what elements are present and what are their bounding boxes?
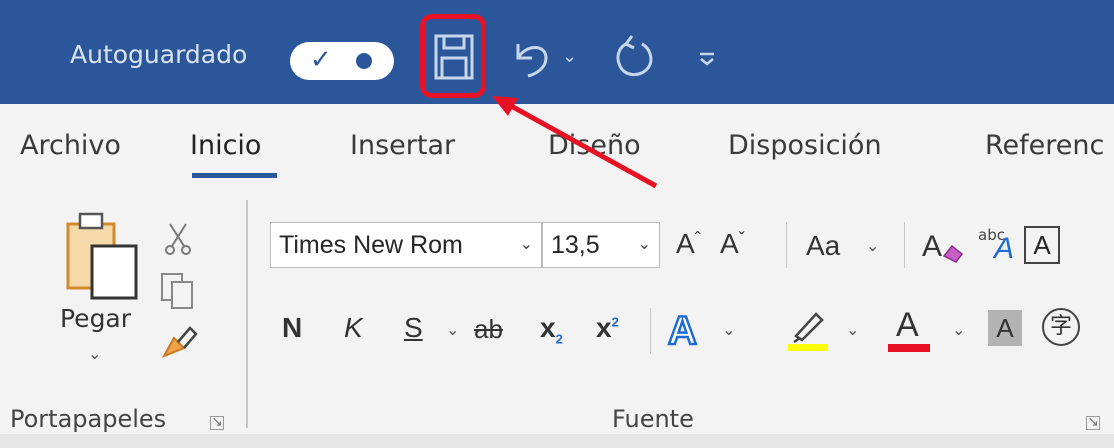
- strikethrough-label: ab: [474, 314, 503, 344]
- font-size-combo[interactable]: 13,5 ⌄: [542, 222, 660, 268]
- copy-button[interactable]: [160, 272, 194, 310]
- character-shading-label: A: [996, 313, 1014, 343]
- tab-diseno[interactable]: Diseño: [548, 130, 641, 161]
- tab-disposicion[interactable]: Disposición: [728, 130, 882, 161]
- cut-button[interactable]: [164, 222, 192, 256]
- character-border-label: A: [1033, 230, 1051, 260]
- customize-quick-access-button[interactable]: [696, 48, 718, 70]
- svg-text:A: A: [668, 309, 697, 352]
- italic-label: K: [344, 312, 363, 343]
- italic-button[interactable]: K: [344, 314, 363, 342]
- font-color-button[interactable]: A: [888, 306, 930, 352]
- change-case-button[interactable]: Aa: [806, 232, 840, 260]
- enclose-characters-button[interactable]: 字: [1042, 308, 1080, 346]
- highlight-color-bar: [788, 344, 828, 351]
- underline-label: S: [404, 312, 423, 343]
- chevron-down-icon: ⌄: [519, 236, 533, 253]
- text-effects-chevron[interactable]: ⌄: [722, 320, 735, 339]
- font-color-bar: [888, 344, 930, 352]
- undo-icon: [516, 44, 548, 78]
- font-color-label: A: [896, 306, 919, 344]
- font-name-value: Times New Rom: [279, 231, 463, 259]
- subscript-mark: 2: [555, 331, 563, 347]
- clipboard-dialog-launcher[interactable]: ↘: [210, 415, 224, 430]
- scissors-icon: [165, 223, 191, 255]
- autosave-label: Autoguardado: [70, 40, 248, 69]
- customize-icon: [700, 52, 714, 66]
- undo-button[interactable]: [512, 36, 552, 80]
- autosave-toggle[interactable]: ✓: [290, 42, 394, 80]
- text-effects-button[interactable]: A: [666, 306, 706, 355]
- chevron-down-icon: ⌄: [637, 236, 651, 253]
- redo-icon: [616, 35, 653, 76]
- strikethrough-button[interactable]: ab: [474, 316, 503, 342]
- redo-button[interactable]: [614, 34, 654, 82]
- svg-text:A: A: [922, 230, 942, 263]
- grow-font-button[interactable]: Aˆ: [676, 230, 701, 258]
- caret-down-icon: ˇ: [738, 229, 745, 249]
- phonetic-guide-a: A: [994, 232, 1015, 265]
- clipboard-group-label: Portapapeles: [10, 405, 167, 433]
- font-dialog-launcher[interactable]: ↘: [1086, 415, 1100, 430]
- clear-formatting-icon: A: [922, 230, 964, 263]
- bold-button[interactable]: N: [282, 314, 302, 342]
- character-shading-button[interactable]: A: [988, 310, 1022, 346]
- character-border-button[interactable]: A: [1024, 226, 1060, 264]
- superscript-label: x: [596, 312, 612, 343]
- paste-label: Pegar: [60, 304, 132, 333]
- separator: [904, 222, 905, 268]
- bold-label: N: [282, 312, 303, 343]
- superscript-mark: 2: [611, 314, 619, 330]
- text-effects-icon: A: [667, 308, 698, 355]
- toggle-knob: [356, 53, 372, 69]
- save-highlight-box: [420, 14, 486, 98]
- tab-insertar[interactable]: Insertar: [350, 130, 455, 161]
- caret-up-icon: ˆ: [694, 229, 701, 249]
- grow-font-label: A: [676, 228, 695, 259]
- shrink-font-label: A: [720, 228, 739, 259]
- separator: [650, 308, 651, 354]
- underline-dropdown-chevron[interactable]: ⌄: [446, 320, 459, 339]
- format-painter-icon: [161, 326, 198, 358]
- subscript-label: x: [540, 312, 556, 343]
- font-group-label: Fuente: [612, 405, 694, 433]
- change-case-chevron[interactable]: ⌄: [866, 236, 879, 255]
- group-separator: [246, 200, 248, 428]
- check-icon: ✓: [310, 45, 332, 75]
- format-painter-button[interactable]: [160, 322, 200, 362]
- tab-archivo[interactable]: Archivo: [20, 130, 121, 161]
- paste-button[interactable]: Pegar ⌄: [60, 206, 144, 366]
- tab-inicio[interactable]: Inicio: [190, 130, 261, 161]
- highlight-color-chevron[interactable]: ⌄: [846, 320, 859, 339]
- shrink-font-button[interactable]: Aˇ: [720, 230, 745, 258]
- active-tab-indicator: [192, 173, 277, 178]
- enclose-characters-label: 字: [1049, 314, 1072, 339]
- underline-button[interactable]: S: [404, 314, 423, 342]
- undo-dropdown-chevron[interactable]: ⌄: [562, 46, 577, 67]
- font-size-value: 13,5: [551, 231, 600, 259]
- phonetic-guide-button[interactable]: abc A: [978, 224, 1018, 268]
- paste-dropdown-chevron[interactable]: ⌄: [88, 344, 101, 363]
- highlight-color-button[interactable]: [788, 306, 828, 352]
- separator: [786, 222, 787, 268]
- change-case-label: Aa: [806, 230, 841, 261]
- tab-referencias[interactable]: Referenc: [985, 130, 1104, 161]
- ribbon-bottom-border: [0, 434, 1114, 448]
- clear-formatting-button[interactable]: A: [920, 226, 966, 266]
- font-color-chevron[interactable]: ⌄: [952, 320, 965, 339]
- paste-icon: [66, 212, 138, 300]
- superscript-button[interactable]: x2: [596, 314, 619, 342]
- subscript-button[interactable]: x2: [540, 314, 563, 346]
- font-name-combo[interactable]: Times New Rom ⌄: [270, 222, 542, 268]
- copy-icon: [161, 273, 193, 309]
